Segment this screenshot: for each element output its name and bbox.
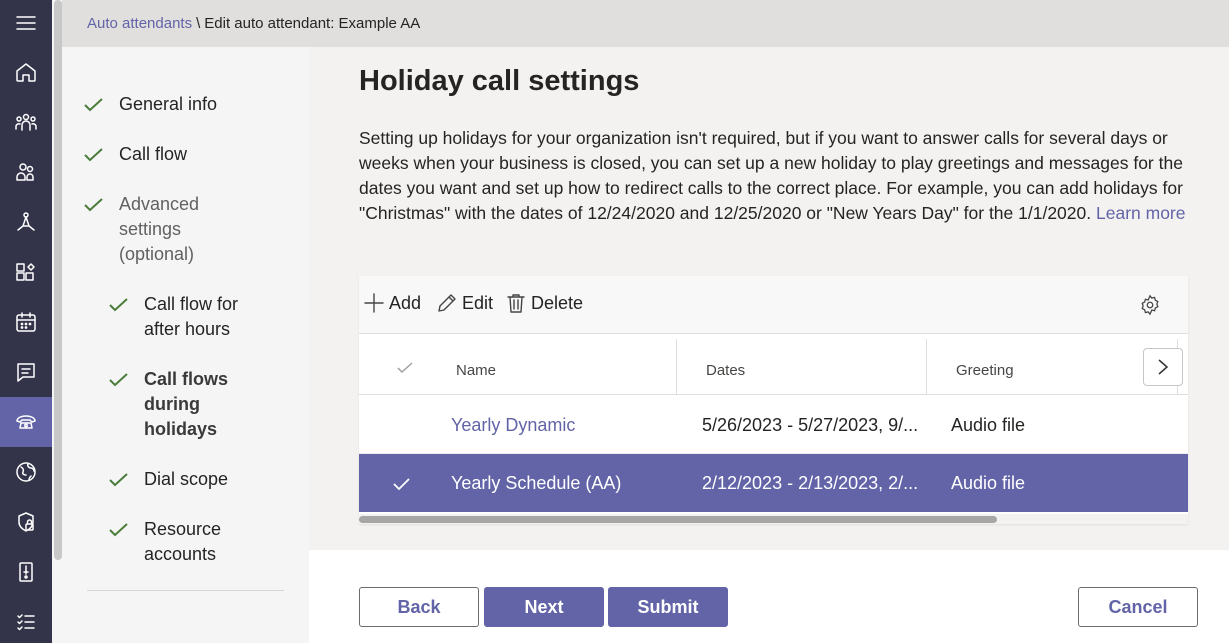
row-dates: 2/12/2023 - 2/13/2023, 2/... bbox=[702, 473, 919, 493]
checkmark-icon bbox=[109, 367, 129, 392]
step-resource-accounts[interactable]: Resource accounts bbox=[109, 517, 221, 567]
gear-icon[interactable] bbox=[1139, 294, 1161, 321]
column-divider bbox=[926, 339, 927, 395]
trash-icon bbox=[507, 294, 525, 313]
home-icon[interactable] bbox=[0, 47, 52, 97]
select-all-checkbox[interactable] bbox=[397, 361, 413, 379]
step-label-line: holidays bbox=[144, 419, 218, 439]
step-label: Dial scope bbox=[144, 469, 229, 489]
edit-button[interactable]: Edit bbox=[436, 292, 493, 314]
checkmark-icon bbox=[84, 192, 104, 217]
column-divider bbox=[676, 339, 677, 395]
step-call-flow-after-hours[interactable]: Call flow for after hours bbox=[109, 292, 238, 342]
horizontal-scrollbar[interactable] bbox=[359, 514, 1188, 524]
add-label: Add bbox=[389, 292, 422, 313]
table-header: Name Dates Greeting bbox=[359, 335, 1188, 395]
step-call-flow[interactable]: Call flow bbox=[84, 142, 187, 167]
app-rail bbox=[0, 0, 52, 643]
teams-icon[interactable] bbox=[0, 97, 52, 147]
step-label-line: after hours bbox=[144, 319, 231, 339]
step-label: Call flow for after hours bbox=[144, 292, 238, 342]
locations-icon[interactable] bbox=[0, 447, 52, 497]
users-icon[interactable] bbox=[0, 147, 52, 197]
step-label: Advanced settings (optional) bbox=[119, 192, 199, 267]
next-button[interactable]: Next bbox=[484, 587, 604, 627]
checkmark-icon bbox=[84, 142, 104, 167]
main-content: Holiday call settings Setting up holiday… bbox=[309, 47, 1229, 550]
holidays-table-card: Add Edit Delete Name Dates Greeting Year… bbox=[359, 276, 1188, 524]
wizard-steps: General info Call flow Advanced settings… bbox=[62, 47, 309, 643]
checkmark-icon bbox=[109, 467, 129, 492]
pencil-icon bbox=[438, 294, 456, 312]
security-icon[interactable] bbox=[0, 497, 52, 547]
checkmark-icon bbox=[109, 517, 129, 542]
checkmark-icon bbox=[84, 92, 104, 117]
learn-more-link[interactable]: Learn more bbox=[1096, 203, 1186, 223]
add-icon bbox=[364, 293, 384, 313]
step-label-line: settings bbox=[119, 219, 182, 239]
calendar-icon[interactable] bbox=[0, 297, 52, 347]
step-label-line: accounts bbox=[144, 544, 217, 564]
page-description: Setting up holidays for your organizatio… bbox=[359, 126, 1199, 226]
step-label: General info bbox=[119, 94, 218, 114]
step-label-line: (optional) bbox=[119, 244, 195, 264]
planning-icon[interactable] bbox=[0, 597, 52, 643]
step-label-line: Advanced bbox=[119, 194, 200, 214]
checkmark-icon bbox=[109, 292, 129, 317]
row-greeting: Audio file bbox=[951, 415, 1026, 435]
breadcrumb-link-auto-attendants[interactable]: Auto attendants bbox=[87, 15, 192, 32]
cancel-button[interactable]: Cancel bbox=[1078, 587, 1198, 627]
menu-icon[interactable] bbox=[0, 0, 52, 45]
table-row-selected[interactable]: Yearly Schedule (AA) 2/12/2023 - 2/13/20… bbox=[359, 454, 1188, 512]
page-title: Holiday call settings bbox=[359, 65, 640, 97]
divider bbox=[87, 590, 284, 591]
step-dial-scope[interactable]: Dial scope bbox=[109, 467, 228, 492]
table-row[interactable]: Yearly Dynamic 5/26/2023 - 5/27/2023, 9/… bbox=[359, 396, 1188, 454]
step-label-line: Call flows bbox=[144, 369, 229, 389]
edit-label: Edit bbox=[462, 292, 494, 313]
row-checkmark-icon[interactable] bbox=[393, 475, 410, 496]
column-header-greeting[interactable]: Greeting bbox=[956, 362, 1014, 379]
breadcrumb: Auto attendants \ Edit auto attendant: E… bbox=[62, 0, 1229, 47]
description-text: Setting up holidays for your organizatio… bbox=[359, 128, 1183, 223]
step-label: Call flows during holidays bbox=[144, 367, 228, 442]
row-dates: 5/26/2023 - 5/27/2023, 9/... bbox=[702, 415, 919, 435]
apps-icon[interactable] bbox=[0, 247, 52, 297]
row-greeting: Audio file bbox=[951, 473, 1026, 493]
column-header-dates[interactable]: Dates bbox=[706, 362, 745, 379]
step-label-line: during bbox=[144, 394, 200, 414]
chevron-right-icon bbox=[1158, 359, 1169, 375]
breadcrumb-separator: \ bbox=[196, 15, 201, 32]
policy-icon[interactable] bbox=[0, 547, 52, 597]
back-button[interactable]: Back bbox=[359, 587, 479, 627]
step-call-flows-holidays[interactable]: Call flows during holidays bbox=[109, 367, 228, 442]
submit-button[interactable]: Submit bbox=[608, 587, 728, 627]
messaging-icon[interactable] bbox=[0, 347, 52, 397]
column-header-name[interactable]: Name bbox=[456, 362, 496, 379]
table-toolbar: Add Edit Delete bbox=[359, 276, 1188, 334]
footer-actions: Back Next Submit Cancel bbox=[309, 550, 1229, 643]
step-general-info[interactable]: General info bbox=[84, 92, 217, 117]
delete-label: Delete bbox=[531, 292, 584, 313]
row-name[interactable]: Yearly Dynamic bbox=[451, 415, 575, 436]
step-label-line: Call flow for bbox=[144, 294, 239, 314]
scrollbar-thumb[interactable] bbox=[359, 516, 997, 523]
add-button[interactable]: Add bbox=[363, 292, 421, 314]
row-name[interactable]: Yearly Schedule (AA) bbox=[451, 473, 621, 494]
step-advanced-settings[interactable]: Advanced settings (optional) bbox=[84, 192, 199, 267]
meetings-icon[interactable] bbox=[0, 197, 52, 247]
step-label: Call flow bbox=[119, 144, 188, 164]
step-label-line: Resource bbox=[144, 519, 222, 539]
voice-icon[interactable] bbox=[0, 397, 52, 447]
delete-button[interactable]: Delete bbox=[505, 292, 583, 314]
breadcrumb-current: Edit auto attendant: Example AA bbox=[204, 15, 421, 32]
scroll-right-button[interactable] bbox=[1143, 348, 1183, 386]
sidebar-scrollbar[interactable] bbox=[54, 0, 62, 560]
step-label: Resource accounts bbox=[144, 517, 221, 567]
